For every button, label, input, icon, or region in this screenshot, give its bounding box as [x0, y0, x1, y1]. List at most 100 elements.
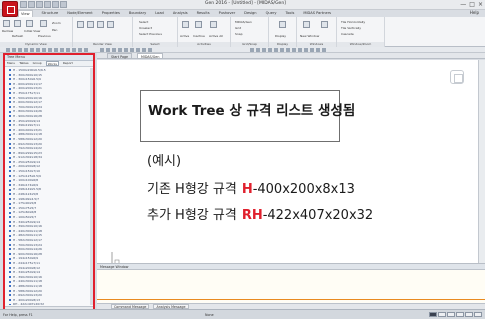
unselect-button[interactable]: Unselect: [139, 26, 152, 30]
view-cube-icon[interactable]: [450, 70, 464, 84]
tree-list-item[interactable]: RH - 422x407x20/32: [9, 302, 93, 305]
toolbar-icon[interactable]: [310, 48, 314, 52]
tab-results[interactable]: Results: [197, 10, 210, 17]
tile-vertically-button[interactable]: Tile Vertically: [341, 26, 361, 30]
window-list-icon[interactable]: [321, 21, 328, 28]
app-logo-icon[interactable]: [2, 1, 18, 17]
snap-button[interactable]: Snap: [235, 32, 243, 36]
cascade-button[interactable]: Cascade: [341, 32, 354, 36]
toolbar-icon[interactable]: [256, 48, 260, 52]
status-toggle[interactable]: [447, 312, 455, 317]
ucs-dropdown[interactable]: MIDAS/Gen: [235, 20, 252, 24]
active-all-icon[interactable]: [210, 21, 217, 28]
tab-view[interactable]: View: [18, 10, 33, 17]
tab-midas-gen[interactable]: MIDAS/Gen: [137, 53, 164, 59]
toolbar-icon[interactable]: [106, 48, 110, 52]
toolbar-icon[interactable]: [78, 48, 82, 52]
toolbar-icon[interactable]: [24, 48, 28, 52]
toolbar-icon[interactable]: [304, 48, 308, 52]
pan-button[interactable]: Pan: [52, 28, 57, 32]
toolbar-icon[interactable]: [124, 48, 128, 52]
zoom-button[interactable]: Zoom: [52, 21, 61, 25]
maximize-button[interactable]: □: [469, 1, 475, 8]
toolbar-icon[interactable]: [84, 48, 88, 52]
unit-length-dropdown[interactable]: [438, 312, 446, 317]
hidden-icon[interactable]: [77, 21, 84, 28]
save-icon[interactable]: [36, 1, 43, 8]
tab-node-element[interactable]: Node/Element: [67, 10, 92, 17]
toolbar-icon[interactable]: [66, 48, 70, 52]
toolbar-icon[interactable]: [72, 48, 76, 52]
minimize-button[interactable]: —: [460, 1, 466, 8]
toolbar-icon[interactable]: [292, 48, 296, 52]
tab-midas-partners[interactable]: MIDAS Partners: [303, 10, 331, 17]
toolbar-icon[interactable]: [48, 48, 52, 52]
tab-structure[interactable]: Structure: [42, 10, 59, 17]
toolbar-icon[interactable]: [112, 48, 116, 52]
grid-button[interactable]: Grid: [235, 26, 241, 30]
select-previous-button[interactable]: Select Previous: [139, 32, 162, 36]
tab-analysis[interactable]: Analysis: [173, 10, 188, 17]
open-file-icon[interactable]: [28, 1, 35, 8]
toolbar-icon[interactable]: [322, 48, 326, 52]
toolbar-icon[interactable]: [250, 48, 254, 52]
view-scrollbar[interactable]: [479, 60, 485, 263]
tab-tools[interactable]: Tools: [286, 10, 295, 17]
shading-icon[interactable]: [87, 21, 94, 28]
toolbar-icon[interactable]: [60, 48, 64, 52]
print-icon[interactable]: [60, 1, 67, 8]
toolbar-icon[interactable]: [100, 48, 104, 52]
help-button[interactable]: Help: [470, 10, 479, 15]
tab-pushover[interactable]: Pushover: [219, 10, 236, 17]
toolbar-icon[interactable]: [262, 48, 266, 52]
select-button[interactable]: Select: [139, 20, 148, 24]
tab-works[interactable]: Works: [45, 61, 59, 66]
tab-start-page[interactable]: Start Page: [107, 53, 133, 59]
refresh-icon[interactable]: [14, 20, 21, 27]
initial-view-icon[interactable]: [26, 20, 33, 27]
tab-design[interactable]: Design: [244, 10, 256, 17]
new-file-icon[interactable]: [20, 1, 27, 8]
toolbar-icon[interactable]: [54, 48, 58, 52]
tile-horizontally-button[interactable]: Tile Horizontally: [341, 20, 365, 24]
inactive-icon[interactable]: [195, 21, 202, 28]
tree-scrollbar[interactable]: [90, 68, 93, 305]
new-window-icon[interactable]: [303, 21, 310, 28]
previous-view-icon[interactable]: [40, 20, 47, 27]
toolbar-icon[interactable]: [42, 48, 46, 52]
toolbar-icon[interactable]: [30, 48, 34, 52]
display-icon[interactable]: [279, 21, 286, 28]
tab-query[interactable]: Query: [266, 10, 277, 17]
tab-load[interactable]: Load: [155, 10, 164, 17]
toolbar-icon[interactable]: [130, 48, 134, 52]
tab-properties[interactable]: Properties: [102, 10, 120, 17]
toolbar-icon[interactable]: [142, 48, 146, 52]
toolbar-icon[interactable]: [286, 48, 290, 52]
close-button[interactable]: ×: [478, 1, 483, 8]
tab-report[interactable]: Report: [63, 61, 73, 66]
tab-group[interactable]: Group: [33, 61, 42, 66]
perspective-icon[interactable]: [97, 21, 104, 28]
active-icon[interactable]: [182, 21, 189, 28]
toolbar-icon[interactable]: [118, 48, 122, 52]
status-toggle[interactable]: [474, 312, 482, 317]
toolbar-icon[interactable]: [316, 48, 320, 52]
toolbar-icon[interactable]: [280, 48, 284, 52]
tab-boundary[interactable]: Boundary: [129, 10, 146, 17]
toolbar-icon[interactable]: [298, 48, 302, 52]
toolbar-icon[interactable]: [148, 48, 152, 52]
tab-tables[interactable]: Tables: [19, 61, 28, 66]
toolbar-icon[interactable]: [36, 48, 40, 52]
render-options-icon[interactable]: [107, 21, 114, 28]
tab-menu[interactable]: Menu: [7, 61, 15, 66]
toolbar-icon[interactable]: [268, 48, 272, 52]
status-toggle[interactable]: [456, 312, 464, 317]
unit-force-dropdown[interactable]: [429, 312, 437, 317]
toolbar-icon[interactable]: [12, 48, 16, 52]
status-toggle[interactable]: [465, 312, 473, 317]
toolbar-icon[interactable]: [136, 48, 140, 52]
toolbar-icon[interactable]: [274, 48, 278, 52]
toolbar-icon[interactable]: [18, 48, 22, 52]
redraw-icon[interactable]: [3, 20, 10, 27]
toolbar-icon[interactable]: [6, 48, 10, 52]
